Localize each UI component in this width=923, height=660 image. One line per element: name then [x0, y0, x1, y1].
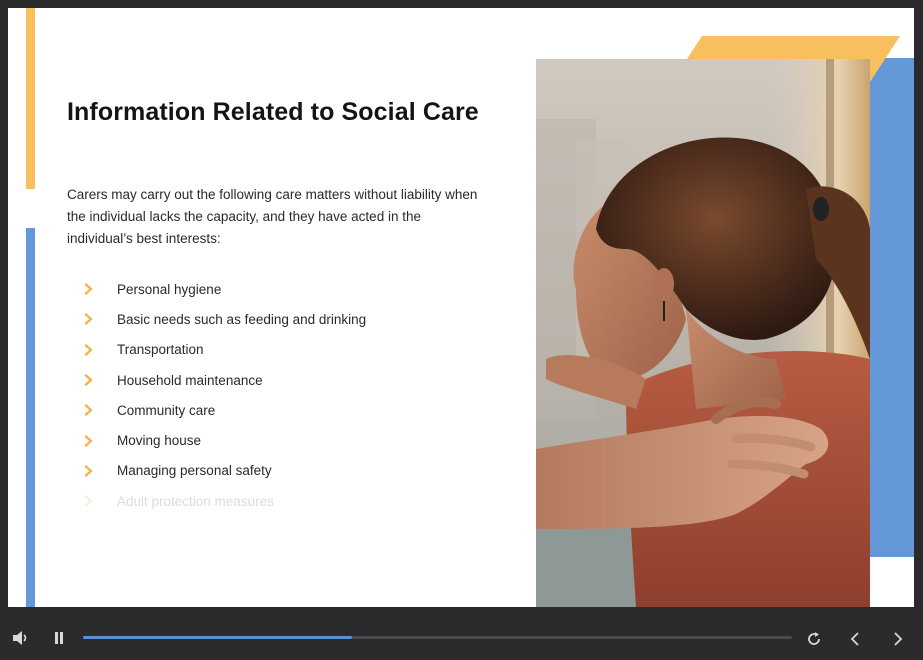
intro-text: Carers may carry out the following care … [67, 187, 478, 246]
list-item: Household maintenance [84, 365, 504, 395]
volume-icon[interactable] [10, 629, 32, 647]
list-item: Moving house [84, 425, 504, 455]
chevron-right-icon [894, 632, 903, 646]
progress-fill [83, 636, 353, 639]
carer-photo-illustration [536, 59, 870, 607]
care-matters-list: Personal hygiene Basic needs such as feed… [84, 274, 504, 516]
player-controls [0, 607, 923, 660]
list-item-label: Household maintenance [117, 372, 263, 388]
chevron-right-icon [84, 374, 117, 386]
list-item: Transportation [84, 335, 504, 365]
list-item: Community care [84, 395, 504, 425]
chevron-right-icon [84, 495, 117, 507]
list-item-label: Transportation [117, 342, 204, 358]
progress-bar[interactable] [83, 636, 792, 639]
list-item: Basic needs such as feeding and drinking [84, 304, 504, 334]
pause-icon[interactable] [50, 629, 68, 647]
list-item: Personal hygiene [84, 274, 504, 304]
blue-accent-bar [26, 228, 35, 607]
list-item: Managing personal safety [84, 456, 504, 486]
list-item-label: Basic needs such as feeding and drinking [117, 311, 367, 327]
chevron-right-icon [84, 344, 117, 356]
player-frame: Information Related to Social Care Carer… [0, 0, 923, 660]
slide: Information Related to Social Care Carer… [8, 8, 914, 607]
replay-icon[interactable] [804, 629, 824, 649]
list-item-label: Community care [117, 402, 216, 418]
carer-photo [536, 59, 870, 607]
next-slide-button[interactable] [889, 629, 907, 649]
list-item-label: Managing personal safety [117, 463, 272, 479]
prev-slide-button[interactable] [846, 629, 864, 649]
list-item: Adult protection measures [84, 486, 504, 516]
list-item-label: Personal hygiene [117, 281, 222, 297]
chevron-right-icon [84, 283, 117, 295]
list-item-label: Moving house [117, 433, 202, 449]
chevron-right-icon [84, 465, 117, 477]
chevron-right-icon [84, 404, 117, 417]
chevron-left-icon [850, 632, 859, 646]
slide-title: Information Related to Social Care [67, 98, 479, 126]
chevron-right-icon [84, 434, 117, 447]
yellow-accent-bar [26, 8, 35, 189]
chevron-right-icon [84, 313, 117, 326]
photo-blue-frame [863, 58, 914, 557]
list-item-label: Adult protection measures [117, 493, 274, 509]
